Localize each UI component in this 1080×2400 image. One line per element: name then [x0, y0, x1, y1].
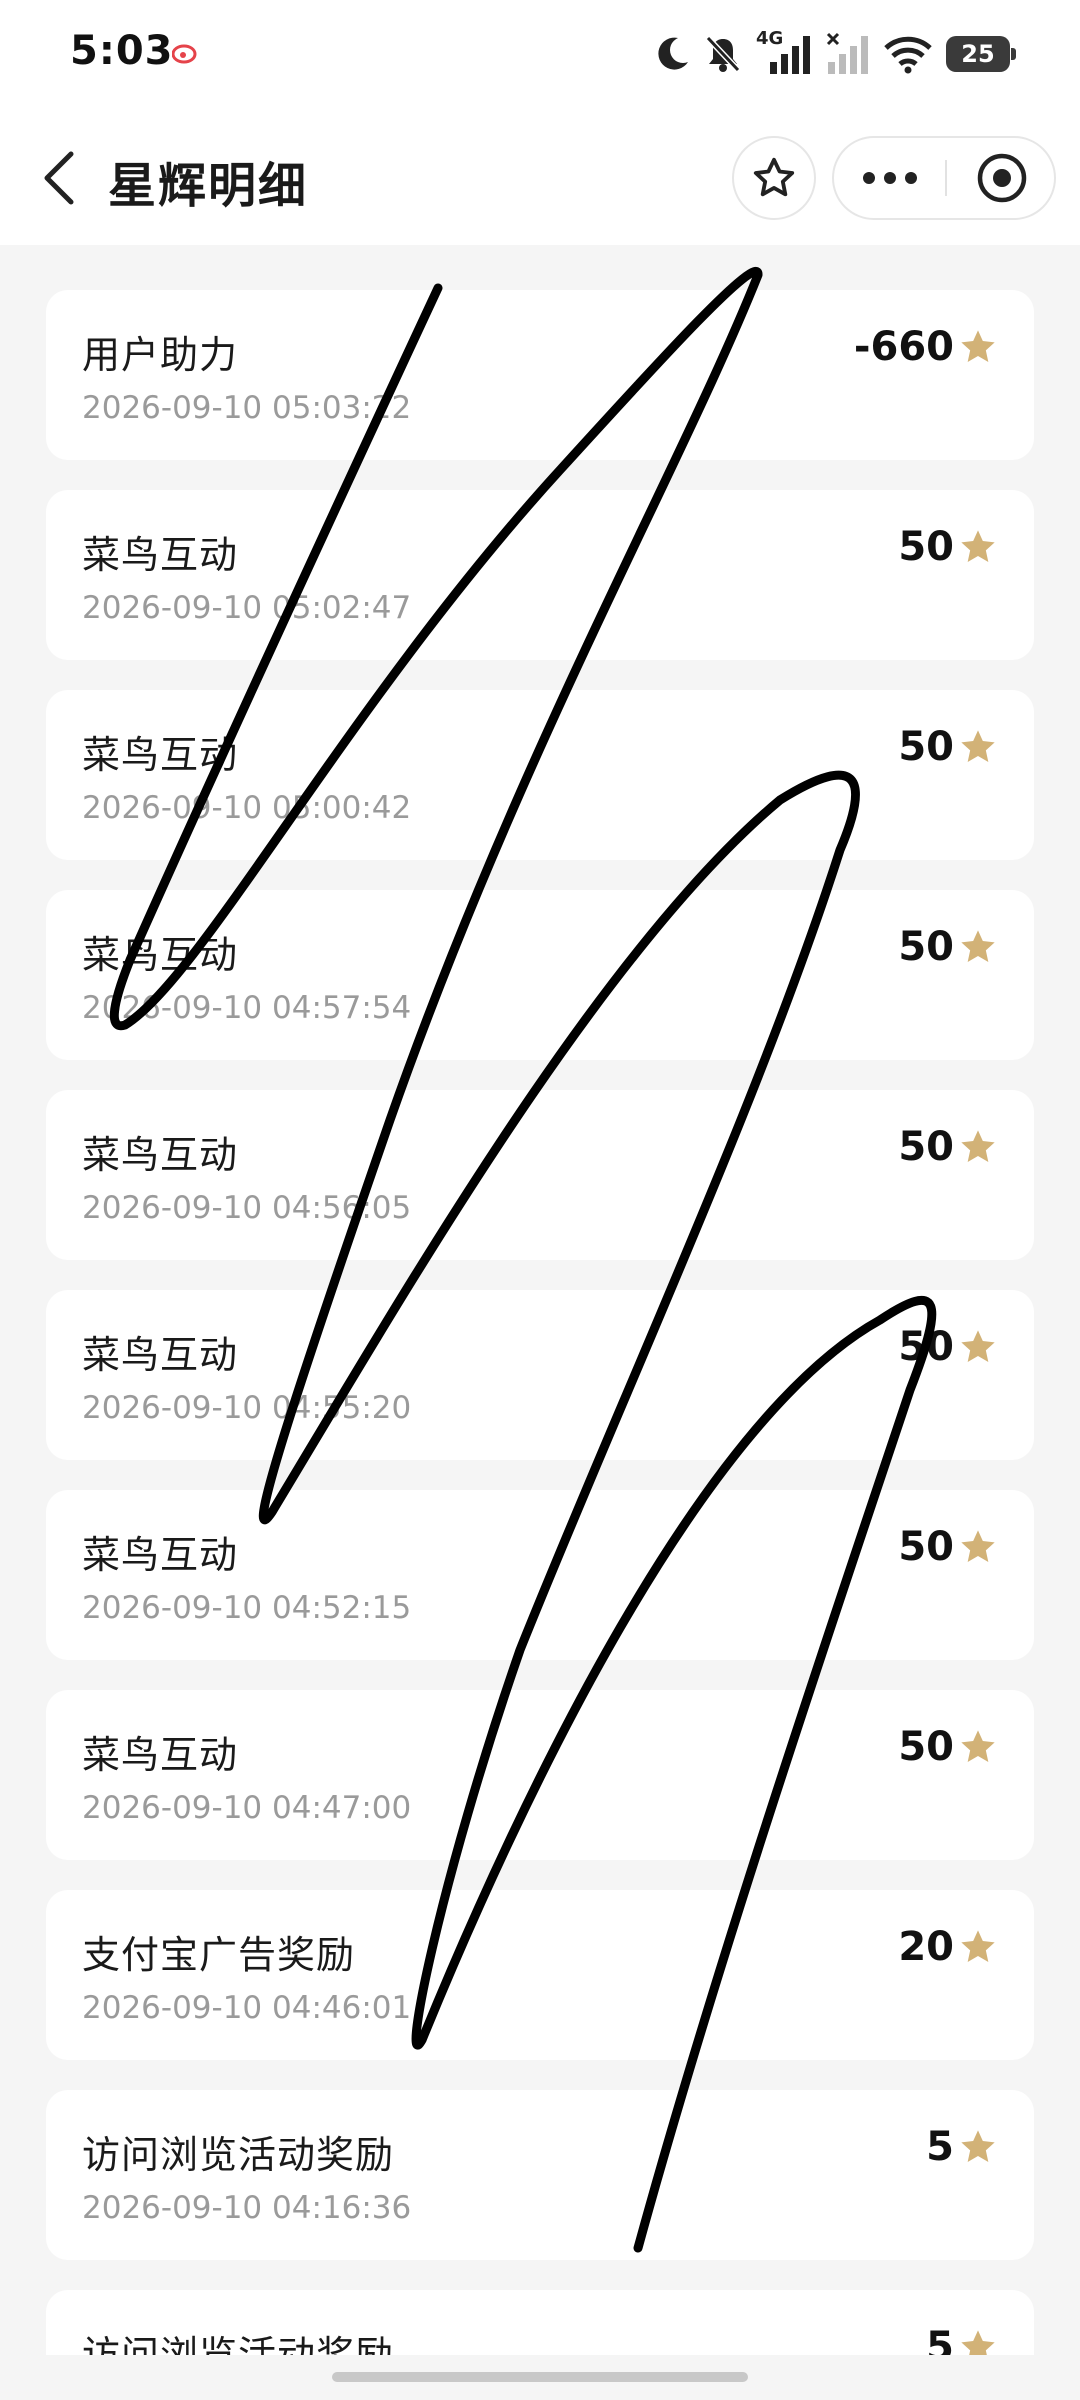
record-amount: 50 [898, 924, 998, 970]
status-icons: 4G 25 [656, 28, 1016, 78]
record-item[interactable]: 访问浏览活动奖励 2026-09-10 04:16:36 5 [46, 2090, 1034, 2260]
record-time: 2026-09-10 04:16:36 [82, 2190, 412, 2226]
star-icon [961, 530, 995, 562]
star-icon [961, 930, 995, 962]
record-amount: -660 [854, 324, 998, 370]
record-item[interactable]: 菜鸟互动 2026-09-10 04:57:54 50 [46, 890, 1034, 1060]
more-dots-icon [862, 172, 917, 184]
record-time: 2026-09-10 04:55:20 [82, 1390, 412, 1426]
record-name: 菜鸟互动 [82, 1533, 239, 1577]
record-item[interactable]: 菜鸟互动 2026-09-10 04:52:15 50 [46, 1490, 1034, 1660]
page-title: 星辉明细 [108, 158, 309, 214]
record-amount: 50 [898, 1324, 998, 1370]
record-name: 菜鸟互动 [82, 733, 239, 777]
record-amount-value: 5 [926, 2124, 954, 2170]
screen: 5:03 4G 25 星辉明细 用户助力 2026-09-10 05:03:22… [0, 0, 1080, 2400]
star-icon [961, 1130, 995, 1162]
close-button[interactable] [947, 138, 1056, 218]
record-amount-value: 50 [898, 1324, 954, 1370]
network-type: 4G [756, 28, 812, 76]
bell-muted-icon [705, 35, 741, 73]
record-name: 用户助力 [82, 333, 239, 377]
record-time: 2026-09-10 04:57:54 [82, 990, 412, 1026]
home-indicator[interactable] [332, 2372, 748, 2382]
star-icon [961, 1330, 995, 1362]
star-icon [961, 330, 995, 362]
record-amount-value: 50 [898, 724, 954, 770]
record-time: 2026-09-10 05:02:47 [82, 590, 412, 626]
back-button[interactable] [28, 146, 88, 210]
battery-level: 25 [961, 40, 995, 68]
record-amount-value: 50 [898, 524, 954, 570]
signal-no-service-icon [826, 32, 868, 74]
record-time: 2026-09-10 04:56:05 [82, 1190, 412, 1226]
record-item[interactable]: 菜鸟互动 2026-09-10 05:02:47 50 [46, 490, 1034, 660]
star-icon [961, 1730, 995, 1762]
record-amount: 50 [898, 524, 998, 570]
record-name: 支付宝广告奖励 [82, 1933, 356, 1977]
record-name: 菜鸟互动 [82, 1333, 239, 1377]
star-icon [961, 2130, 995, 2162]
record-item[interactable]: 菜鸟互动 2026-09-10 04:56:05 50 [46, 1090, 1034, 1260]
moon-icon [658, 37, 688, 70]
record-amount: 5 [926, 2124, 998, 2170]
record-name: 菜鸟互动 [82, 1133, 239, 1177]
record-time: 2026-09-10 04:47:00 [82, 1790, 412, 1826]
record-amount: 50 [898, 1124, 998, 1170]
record-name: 菜鸟互动 [82, 533, 239, 577]
star-icon [961, 1530, 995, 1562]
record-time: 2026-09-10 04:46:01 [82, 1990, 412, 2026]
record-list: 用户助力 2026-09-10 05:03:22 -660 菜鸟互动 2026-09-1… [46, 290, 1034, 2400]
record-amount: 50 [898, 1724, 998, 1770]
record-time: 2026-09-10 05:00:42 [82, 790, 412, 826]
record-amount-value: 20 [898, 1924, 954, 1970]
favorite-button[interactable] [732, 136, 816, 220]
record-time: 2026-09-10 04:52:15 [82, 1590, 412, 1626]
star-icon [961, 1930, 995, 1962]
record-name: 菜鸟互动 [82, 1733, 239, 1777]
weibo-notification-icon [172, 44, 197, 64]
record-item[interactable]: 用户助力 2026-09-10 05:03:22 -660 [46, 290, 1034, 460]
more-button[interactable] [834, 138, 945, 218]
record-item[interactable]: 菜鸟互动 2026-09-10 04:55:20 50 [46, 1290, 1034, 1460]
mini-program-capsule [832, 136, 1056, 220]
record-amount-value: -660 [853, 324, 954, 370]
record-amount-value: 50 [898, 924, 954, 970]
chevron-left-icon [44, 151, 74, 205]
record-amount: 50 [898, 1524, 998, 1570]
status-time: 5:03 [70, 28, 174, 74]
record-amount-value: 50 [898, 1124, 954, 1170]
record-item[interactable]: 支付宝广告奖励 2026-09-10 04:46:01 20 [46, 1890, 1034, 2060]
record-amount-value: 50 [898, 1524, 954, 1570]
signal-icon [770, 36, 810, 74]
record-item[interactable]: 菜鸟互动 2026-09-10 04:47:00 50 [46, 1690, 1034, 1860]
nav-bar: 星辉明细 [0, 110, 1080, 245]
record-amount: 50 [898, 724, 998, 770]
battery-icon: 25 [946, 36, 1016, 72]
star-outline-icon [753, 157, 795, 197]
status-bar: 5:03 4G 25 [0, 0, 1080, 110]
record-item[interactable]: 菜鸟互动 2026-09-10 05:00:42 50 [46, 690, 1034, 860]
target-close-icon [977, 153, 1026, 203]
record-time: 2026-09-10 05:03:22 [82, 390, 412, 426]
record-name: 菜鸟互动 [82, 933, 239, 977]
record-amount-value: 50 [898, 1724, 954, 1770]
wifi-icon [884, 36, 932, 74]
record-name: 访问浏览活动奖励 [82, 2133, 395, 2177]
star-icon [961, 730, 995, 762]
record-amount: 20 [898, 1924, 998, 1970]
